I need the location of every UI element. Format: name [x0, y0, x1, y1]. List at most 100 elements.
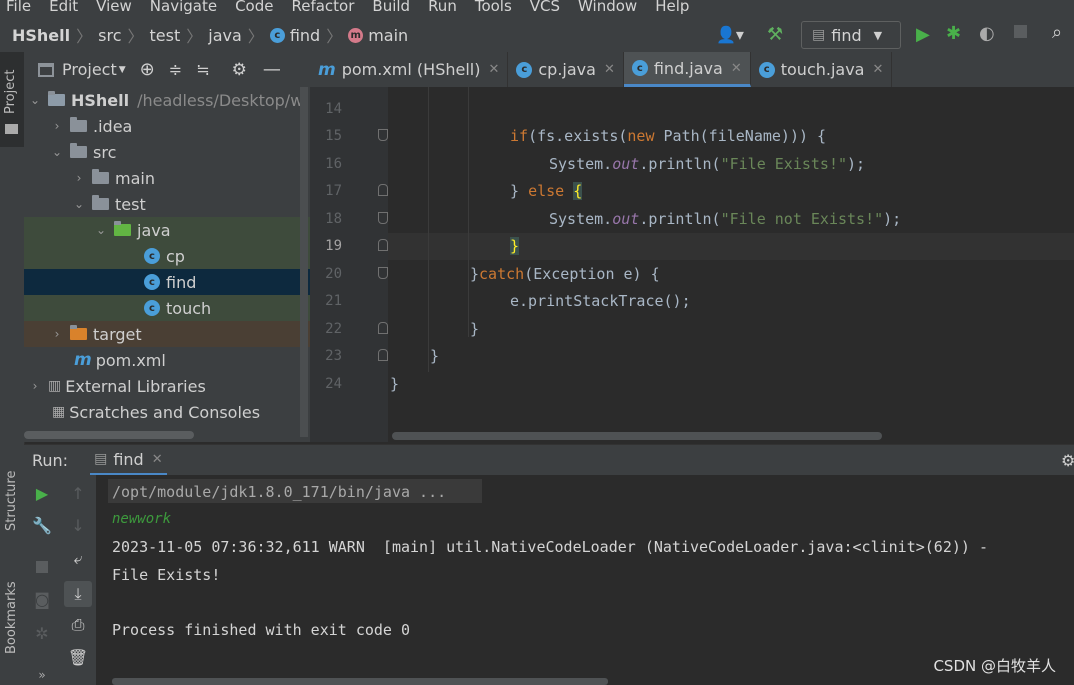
tree-item-cp[interactable]: c cp — [24, 243, 310, 269]
vertical-scrollbar[interactable] — [300, 87, 308, 437]
search-icon[interactable]: ⌕ — [1052, 22, 1062, 43]
line-number: 21 — [325, 293, 342, 309]
menu-navigate[interactable]: Navigate — [150, 0, 217, 15]
collapse-all-icon[interactable]: ≒ — [196, 60, 209, 79]
scroll-to-end-icon[interactable]: ⤓ — [64, 581, 92, 607]
menu-window[interactable]: Window — [578, 0, 637, 15]
menu-file[interactable]: File — [6, 0, 31, 15]
wrench-icon[interactable]: 🔧 — [32, 515, 52, 535]
tree-item-target[interactable]: › target — [24, 321, 310, 347]
hide-panel-icon[interactable]: — — [263, 59, 281, 80]
close-icon[interactable]: ✕ — [488, 62, 499, 77]
breadcrumb-src[interactable]: src — [98, 26, 121, 45]
expand-all-icon[interactable]: ≑ — [169, 60, 182, 79]
structure-tool-window-button[interactable]: Structure — [0, 457, 24, 552]
run-icon[interactable]: ▶ — [916, 24, 930, 45]
tree-item-label: main — [115, 168, 155, 188]
settings-gear-icon[interactable]: ✲ — [32, 623, 52, 643]
run-configuration-select[interactable]: ▤ find ▼ — [801, 21, 901, 49]
project-tool-window-button[interactable]: Project — [0, 52, 24, 147]
fold-marker-icon[interactable] — [378, 349, 388, 361]
chevron-right-icon[interactable]: › — [72, 171, 86, 185]
tree-item-path: /headless/Desktop/w — [137, 90, 304, 110]
rerun-icon[interactable]: ▶ — [32, 483, 52, 503]
stop-icon[interactable] — [1014, 25, 1027, 38]
breadcrumb-project[interactable]: HShell — [12, 26, 70, 45]
fold-marker-icon[interactable] — [378, 184, 388, 196]
tree-item-java[interactable]: ⌄ java — [24, 217, 310, 243]
debug-bug-icon[interactable]: ✱ — [946, 23, 961, 44]
horizontal-scrollbar[interactable] — [112, 678, 608, 685]
menu-view[interactable]: View — [96, 0, 132, 15]
menu-tools[interactable]: Tools — [475, 0, 512, 15]
chevron-down-icon[interactable]: ⌄ — [72, 197, 86, 211]
fold-marker-icon[interactable] — [378, 129, 388, 141]
tab-pom-xml[interactable]: m pom.xml (HShell) ✕ — [310, 52, 509, 87]
tree-item-test[interactable]: ⌄ test — [24, 191, 310, 217]
chevron-right-icon[interactable]: › — [28, 379, 42, 393]
more-icon[interactable]: » — [32, 665, 52, 685]
stop-icon[interactable] — [32, 557, 52, 577]
chevron-down-icon[interactable]: ⌄ — [50, 145, 64, 159]
trash-icon[interactable]: 🗑 — [68, 647, 88, 667]
chevron-down-icon[interactable]: ⌄ — [28, 93, 42, 107]
tree-item-touch[interactable]: c touch — [24, 295, 310, 321]
arrow-down-icon[interactable]: ↓ — [68, 515, 88, 535]
tree-item-hshell[interactable]: ⌄ HShell /headless/Desktop/w — [24, 87, 310, 113]
line-number: 23 — [325, 348, 342, 364]
user-icon[interactable]: 👤▾ — [716, 25, 744, 44]
tree-item-scratches[interactable]: ▦ Scratches and Consoles — [24, 399, 310, 425]
soft-wrap-icon[interactable]: ⤶ — [68, 549, 88, 569]
line-number: 18 — [325, 211, 342, 227]
locate-target-icon[interactable]: ⊕ — [140, 59, 155, 80]
tab-touch-java[interactable]: c touch.java ✕ — [751, 52, 893, 87]
fold-marker-icon[interactable] — [378, 239, 388, 251]
coverage-icon[interactable]: ◐ — [979, 23, 995, 44]
editor-gutter[interactable]: 14 15 16 17 18 19 20 21 22 23 24 — [310, 87, 388, 442]
run-tab-find[interactable]: ▤ find ✕ — [90, 445, 167, 476]
project-view-select[interactable]: Project — [62, 60, 117, 79]
fold-marker-icon[interactable] — [378, 267, 388, 279]
tree-item-idea[interactable]: › .idea — [24, 113, 310, 139]
breadcrumb-find[interactable]: c find — [269, 26, 320, 45]
tree-item-external-libraries[interactable]: › ▥ External Libraries — [24, 373, 310, 399]
close-icon[interactable]: ✕ — [872, 62, 883, 77]
gear-icon[interactable]: ⚙ — [1061, 451, 1074, 470]
print-icon[interactable]: ⎙ — [68, 615, 88, 635]
chevron-right-icon[interactable]: › — [50, 119, 64, 133]
breadcrumb-main[interactable]: m main — [348, 26, 408, 45]
menu-code[interactable]: Code — [235, 0, 273, 15]
build-hammer-icon[interactable]: ⚒ — [767, 24, 783, 45]
fold-marker-icon[interactable] — [378, 322, 388, 334]
chevron-down-icon[interactable]: ⌄ — [94, 223, 108, 237]
close-icon[interactable]: ✕ — [604, 62, 615, 77]
breadcrumb-test[interactable]: test — [150, 26, 181, 45]
code-editor[interactable]: if(fs.exists(new Path(fileName))) { Syst… — [388, 87, 1074, 442]
horizontal-scrollbar[interactable] — [24, 431, 194, 439]
menu-vcs[interactable]: VCS — [530, 0, 560, 15]
menu-edit[interactable]: Edit — [49, 0, 78, 15]
gear-icon[interactable]: ⚙ — [232, 60, 247, 80]
menu-run[interactable]: Run — [428, 0, 457, 15]
tree-item-main[interactable]: › main — [24, 165, 310, 191]
menu-help[interactable]: Help — [655, 0, 689, 15]
close-icon[interactable]: ✕ — [731, 61, 742, 76]
run-panel-label: Run: — [32, 451, 69, 470]
menu-build[interactable]: Build — [372, 0, 410, 15]
bookmarks-tool-window-button[interactable]: Bookmarks — [0, 572, 24, 682]
arrow-up-icon[interactable]: ↑ — [68, 483, 88, 503]
console-output[interactable]: /opt/module/jdk1.8.0_171/bin/java ... ne… — [96, 475, 1074, 685]
tree-item-src[interactable]: ⌄ src — [24, 139, 310, 165]
code-token: } — [510, 237, 520, 255]
breadcrumb-java[interactable]: java — [208, 26, 242, 45]
tree-item-pom[interactable]: m pom.xml — [24, 347, 310, 373]
horizontal-scrollbar[interactable] — [392, 432, 882, 440]
menu-refactor[interactable]: Refactor — [291, 0, 354, 15]
camera-icon[interactable]: ◙ — [32, 589, 52, 609]
tab-find-java[interactable]: c find.java ✕ — [623, 52, 751, 87]
close-icon[interactable]: ✕ — [152, 452, 163, 467]
tab-cp-java[interactable]: c cp.java ✕ — [508, 52, 624, 87]
chevron-right-icon[interactable]: › — [50, 327, 64, 341]
fold-marker-icon[interactable] — [378, 212, 388, 224]
tree-item-find[interactable]: c find — [24, 269, 310, 295]
